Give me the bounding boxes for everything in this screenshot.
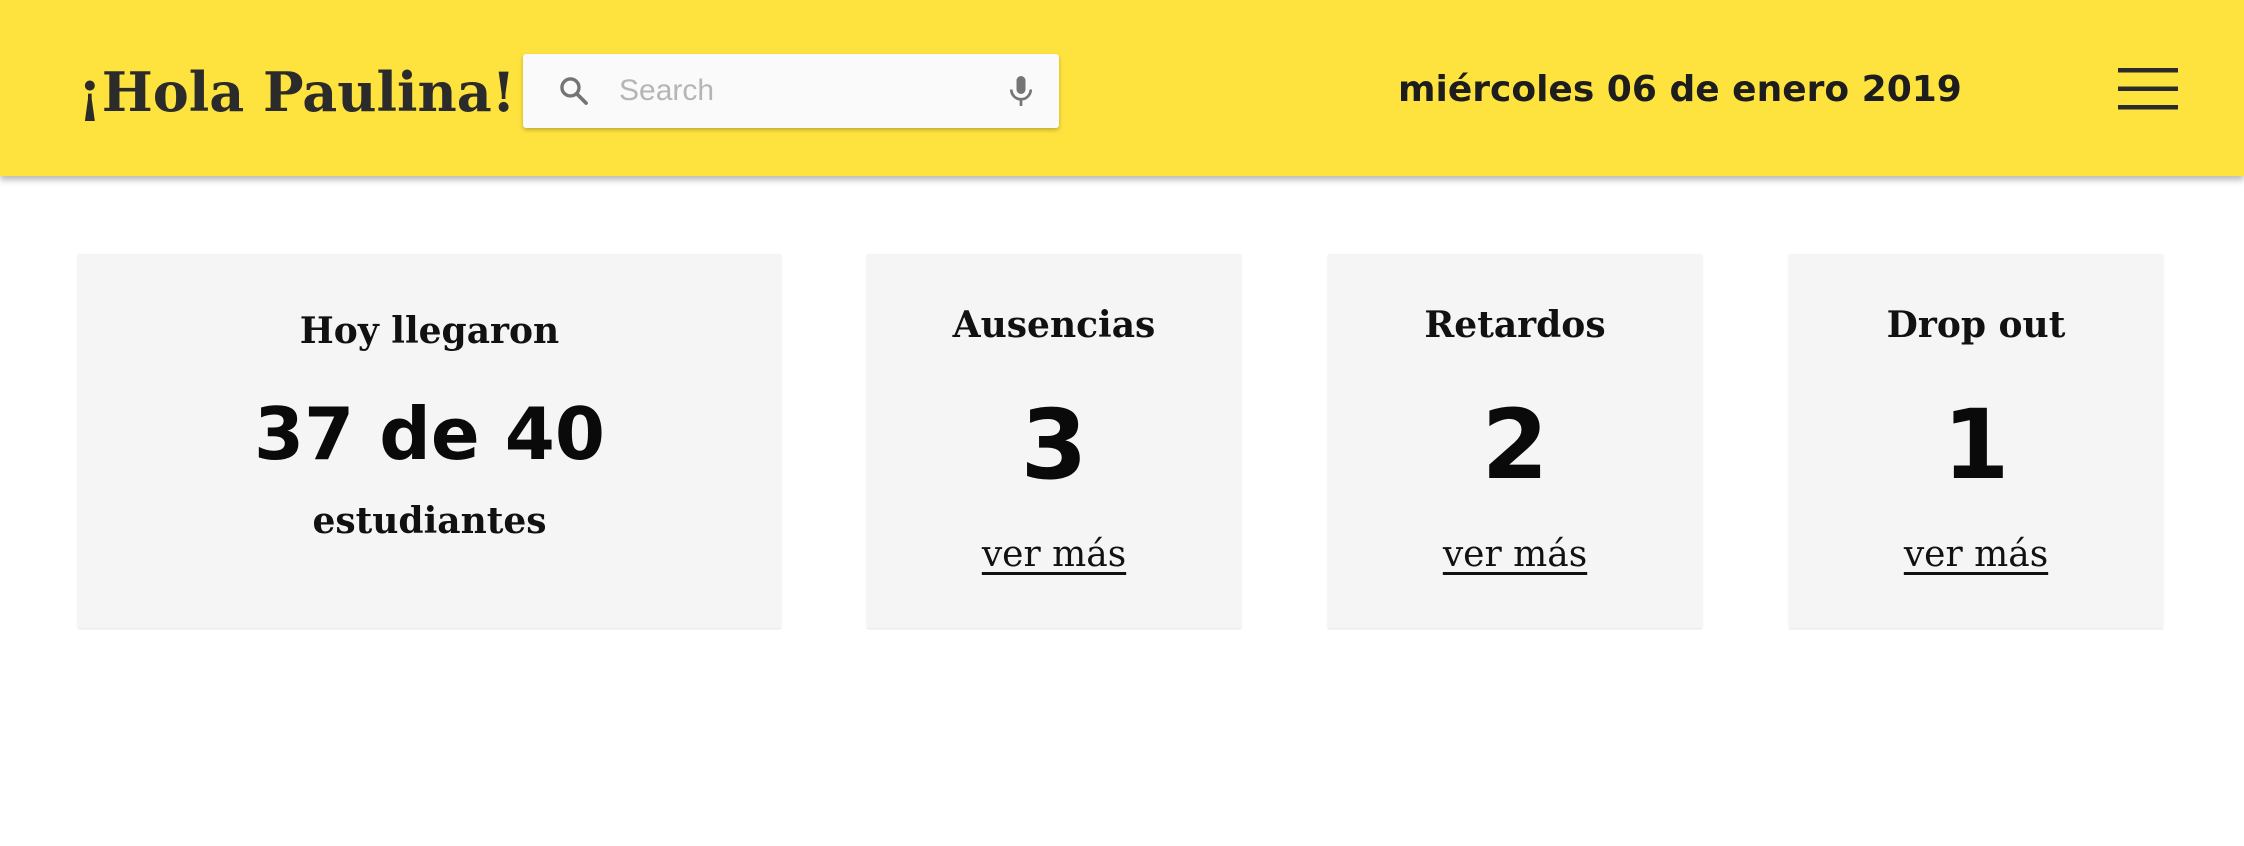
app-header: ¡Hola Paulina! miércoles 06 de enero 201… [0,0,2244,176]
ver-mas-link[interactable]: ver más [1789,530,2163,580]
ver-mas-link[interactable]: ver más [867,530,1241,580]
arrivals-card: Hoy llegaron 37 de 40 estudiantes [78,254,781,628]
arrivals-card-title: Hoy llegaron [299,310,560,352]
search-bar[interactable] [523,54,1059,128]
current-date: miércoles 06 de enero 2019 [1398,69,1962,110]
stat-card-value: 3 [1020,389,1088,501]
arrivals-card-subtitle: estudiantes [312,500,547,542]
stat-card-drop-out: Drop out 1 ver más [1789,254,2163,628]
stat-card-retardos: Retardos 2 ver más [1328,254,1702,628]
greeting-title: ¡Hola Paulina! [78,60,516,124]
search-input[interactable] [619,67,979,115]
menu-icon[interactable] [2118,68,2178,110]
mic-icon[interactable] [1003,72,1039,110]
stat-card-title: Drop out [1886,304,2066,346]
stat-card-ausencias: Ausencias 3 ver más [867,254,1241,628]
search-icon[interactable] [557,74,591,108]
stat-card-title: Retardos [1424,304,1606,346]
stat-card-title: Ausencias [952,304,1156,346]
ver-mas-link[interactable]: ver más [1328,530,1702,580]
stat-card-value: 1 [1942,389,2010,501]
arrivals-count: 37 de 40 [254,392,605,476]
stat-card-value: 2 [1481,389,1549,501]
